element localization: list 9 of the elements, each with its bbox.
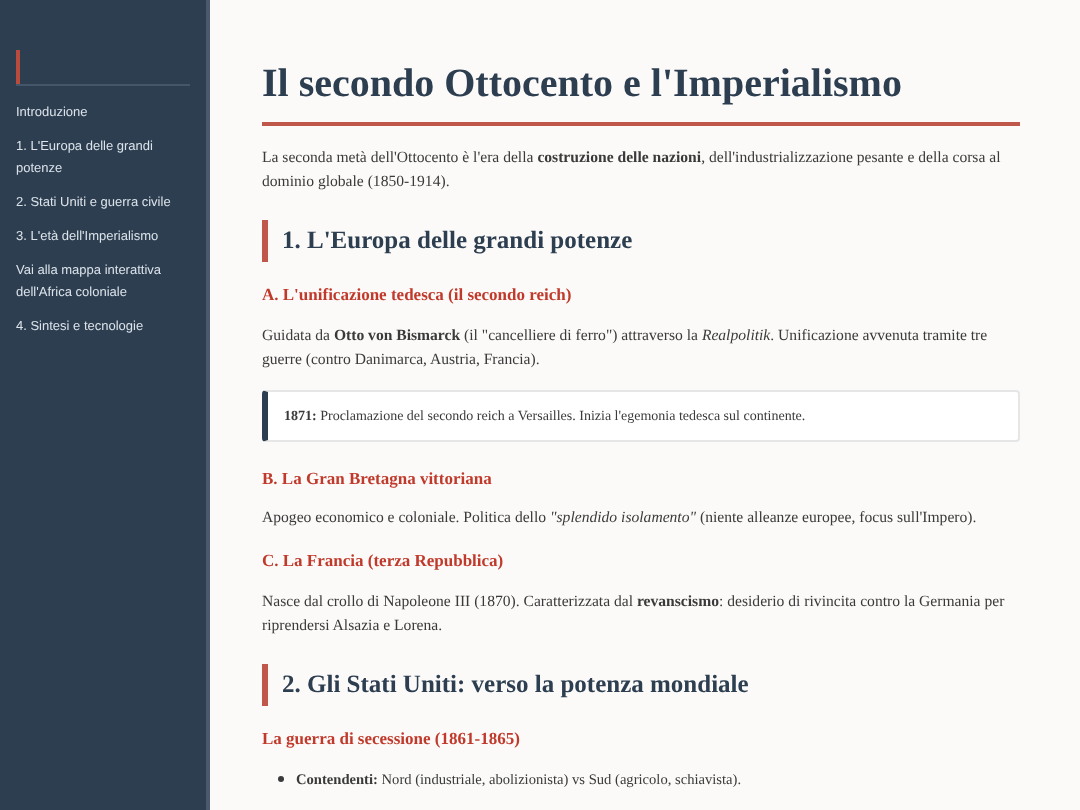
page-title: Il secondo Ottocento e l'Imperialismo xyxy=(262,60,904,110)
subsection-heading: C. La Francia (terza Repubblica) xyxy=(262,548,506,574)
bullet-icon xyxy=(278,776,284,782)
section-heading: 2. Gli Stati Uniti: verso la potenza mondiale xyxy=(262,664,1020,706)
accent-bar xyxy=(16,50,20,84)
section-heading: 1. L'Europa delle grandi potenze xyxy=(262,220,1020,262)
subsection-heading: B. La Gran Bretagna vittoriana xyxy=(262,465,494,491)
subsection-heading: A. L'unificazione tedesca (il secondo reich) xyxy=(262,281,574,307)
subsection-heading: La guerra di secessione (1861-1865) xyxy=(262,725,522,751)
